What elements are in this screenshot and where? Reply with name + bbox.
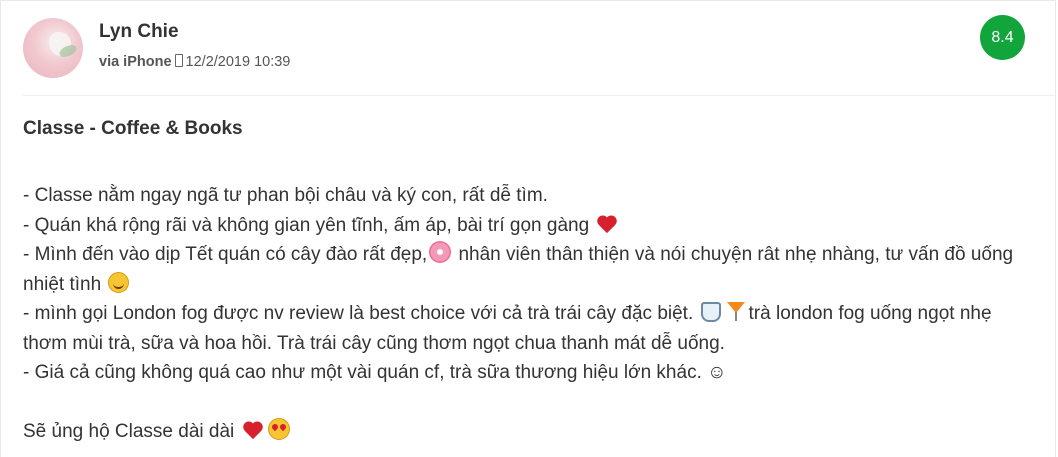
smiling-face-icon [108, 271, 130, 293]
cocktail-icon [725, 300, 747, 322]
review-meta: via iPhone 12/2/2019 10:39 [99, 54, 290, 70]
review-line: - mình gọi London fog được nv review là … [23, 299, 1033, 358]
cherry-blossom-icon [429, 241, 452, 263]
review-line: - Classe nằm ngay ngã tư phan bội châu v… [23, 185, 548, 206]
review-line-text: - Mình đến vào dịp Tết quán có cây đào r… [23, 244, 428, 265]
review-body: - Classe nằm ngay ngã tư phan bội châu v… [23, 181, 1033, 447]
avatar[interactable] [23, 18, 83, 78]
heart-icon [596, 215, 618, 234]
review-line-text: Sẽ ủng hộ Classe dài dài [23, 421, 235, 442]
author-name[interactable]: Lyn Chie [99, 21, 179, 43]
review-title[interactable]: Classe - Coffee & Books [23, 118, 243, 140]
review-line-spacer [23, 388, 1033, 418]
divider [23, 95, 1055, 96]
review-line: - Giá cả cũng không quá cao như một vài … [23, 362, 727, 383]
via-device-label: via iPhone [99, 54, 172, 70]
heart-eyes-icon [267, 418, 290, 440]
heart-icon [242, 421, 264, 440]
phone-icon [174, 54, 183, 67]
review-line: - Mình đến vào dịp Tết quán có cây đào r… [23, 240, 1033, 299]
cup-icon [700, 302, 721, 322]
review-line: Sẽ ủng hộ Classe dài dài [23, 417, 1033, 447]
review-line: - Quán khá rộng rãi và không gian yên tĩ… [23, 211, 1033, 241]
review-timestamp: 12/2/2019 10:39 [185, 54, 291, 70]
review-line-text: - mình gọi London fog được nv review là … [23, 303, 694, 324]
review-card: Lyn Chie via iPhone 12/2/2019 10:39 8.4 C… [0, 0, 1056, 457]
review-line-text: - Quán khá rộng rãi và không gian yên tĩ… [23, 214, 590, 236]
score-badge: 8.4 [980, 15, 1025, 60]
